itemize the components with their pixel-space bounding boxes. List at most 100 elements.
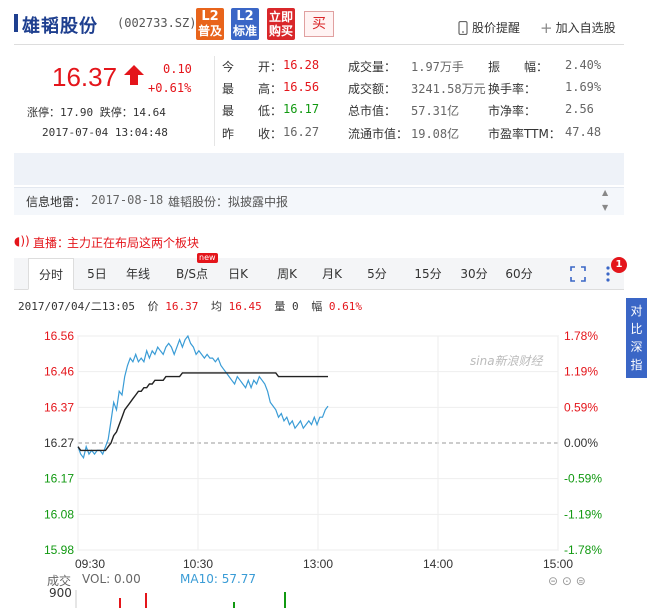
info-mine-date: 2017-08-18 [91,193,164,207]
info-price-label: 价 [147,300,159,313]
volume-value: VOL: 0.00 [82,572,141,586]
tab-5[interactable]: 周K [270,258,304,290]
tab-6[interactable]: 月K [315,258,349,290]
scroll-down-icon[interactable]: ▼ [602,203,608,212]
y-right-tick: 1.78% [564,329,598,343]
x-tick: 14:00 [423,557,453,570]
fullscreen-icon[interactable] [570,266,586,282]
stock-code: (002733.SZ) [117,16,197,30]
quote-label-col3-0: 振 幅： [488,60,549,74]
y-left-tick: 16.46 [44,365,74,379]
price-alert-label: 股价提醒 [472,21,521,35]
price-change: 0.10 [163,62,192,76]
info-datetime: 2017/07/04/二13:05 [18,300,135,313]
quote-label-col3-3: 市盈率TTM： [488,127,561,141]
info-avg-label: 均 [210,300,222,313]
limit-up-down: 涨停：17.90 跌停：14.64 [27,106,166,119]
x-tick: 10:30 [183,557,213,570]
info-mine-text[interactable]: 雄韬股份：拟披露中报 [168,193,288,210]
l2-basic-top: L2 [201,9,219,24]
volume-bar [233,602,235,608]
notification-badge: 1 [611,257,627,273]
quote-label-col1-2: 最 低： [222,104,283,118]
quote-value-col2-3: 19.08亿 [411,127,460,141]
price-change-percent: +0.61% [148,81,192,95]
y-right-tick: 0.59% [564,400,598,414]
average-line [77,372,328,452]
quote-value-col1-1: 16.56 [283,80,320,94]
y-right-tick: 0.00% [564,436,598,450]
volume-tools[interactable]: ⊝ ⊙ ⊜ [548,574,586,588]
news-band [14,153,624,185]
tab-8[interactable]: 15分 [410,258,446,290]
quote-value-col2-0: 1.97万手 [411,60,464,74]
new-badge: new [197,253,218,263]
quote-value-col1-0: 16.28 [283,58,320,72]
live-headline[interactable]: 主力正在布局这两个板块 [67,234,199,251]
crosshair-info: 2017/07/04/二13:05 价 16.37 均 16.45 量 0 幅 … [18,298,362,314]
volume-bar [284,592,286,608]
info-mine-label: 信息地雷： [26,195,87,209]
up-arrow-icon [124,65,144,85]
l2-std-top: L2 [236,9,254,24]
buy-button[interactable]: 买 [304,11,334,37]
price-alert-link[interactable]: 股价提醒 [458,19,520,36]
volume-bars [75,590,286,608]
tab-0[interactable]: 分时 [28,258,74,290]
quote-label-col3-2: 市净率： [488,104,537,118]
y-left-tick: 15.98 [44,543,74,557]
l2-basic-button[interactable]: L2 普及 [196,8,224,40]
info-amp: 0.61% [328,300,362,313]
quote-label-col2-0: 成交量： [348,60,397,74]
tab-7[interactable]: 5分 [362,258,392,290]
phone-icon [458,20,468,35]
l2-basic-bottom: 普及 [197,24,222,38]
tab-10[interactable]: 60分 [500,258,538,290]
tab-1[interactable]: 5日 [82,258,112,290]
info-avg: 16.45 [228,300,262,313]
info-vol: 0 [291,300,299,313]
x-tick: 13:00 [303,557,333,570]
tab-2[interactable]: 年线 [117,258,159,290]
current-price: 16.37 [52,62,118,92]
x-tick: 09:30 [75,557,105,570]
quote-divider [214,56,215,146]
quote-label-col3-1: 换手率： [488,82,537,96]
quote-value-col2-2: 57.31亿 [411,104,460,118]
quote-label-col1-3: 昨 收： [222,127,283,141]
price-line [77,334,329,460]
add-watchlist-label: 加入自选股 [555,21,616,35]
header-accent-bar [14,14,18,32]
quote-value-col3-2: 2.56 [565,102,594,116]
more-options-icon[interactable] [605,265,611,283]
broadcast-icon: ◖)) [14,234,30,248]
l2-buy-now-button[interactable]: 立即 购买 [267,8,295,40]
info-vol-label: 量 [274,300,286,313]
quote-label-col2-3: 流通市值： [348,127,409,141]
y-left-tick: 16.17 [44,472,74,486]
tab-4[interactable]: 日K [223,258,253,290]
stock-name: 雄韬股份 [22,16,98,37]
y-right-tick: -1.19% [564,507,602,521]
y-left-tick: 16.27 [44,436,74,450]
y-right-tick: -1.78% [564,543,602,557]
tab-9[interactable]: 30分 [456,258,492,290]
add-watchlist-link[interactable]: + 加入自选股 [540,19,616,36]
quote-value-col1-3: 16.27 [283,125,320,139]
scroll-up-icon[interactable]: ▲ [602,188,608,197]
y-left-tick: 16.56 [44,329,74,343]
header-divider [14,44,624,45]
quote-value-col3-1: 1.69% [565,80,602,94]
l2-standard-button[interactable]: L2 标准 [231,8,259,40]
y-left-tick: 16.37 [44,400,74,414]
quote-timestamp: 2017-07-04 13:04:48 [42,126,168,139]
quote-value-col2-1: 3241.58万元 [411,82,486,96]
info-price: 16.37 [165,300,199,313]
quote-value-col3-0: 2.40% [565,58,602,72]
quote-value-col3-3: 47.48 [565,125,602,139]
l2-buy-top: 立即 [268,10,293,24]
compare-index-tab[interactable]: 对比深指 [626,298,647,378]
y-left-tick: 16.08 [44,507,74,521]
volume-bar [145,593,147,608]
quote-value-col1-2: 16.17 [283,102,320,116]
